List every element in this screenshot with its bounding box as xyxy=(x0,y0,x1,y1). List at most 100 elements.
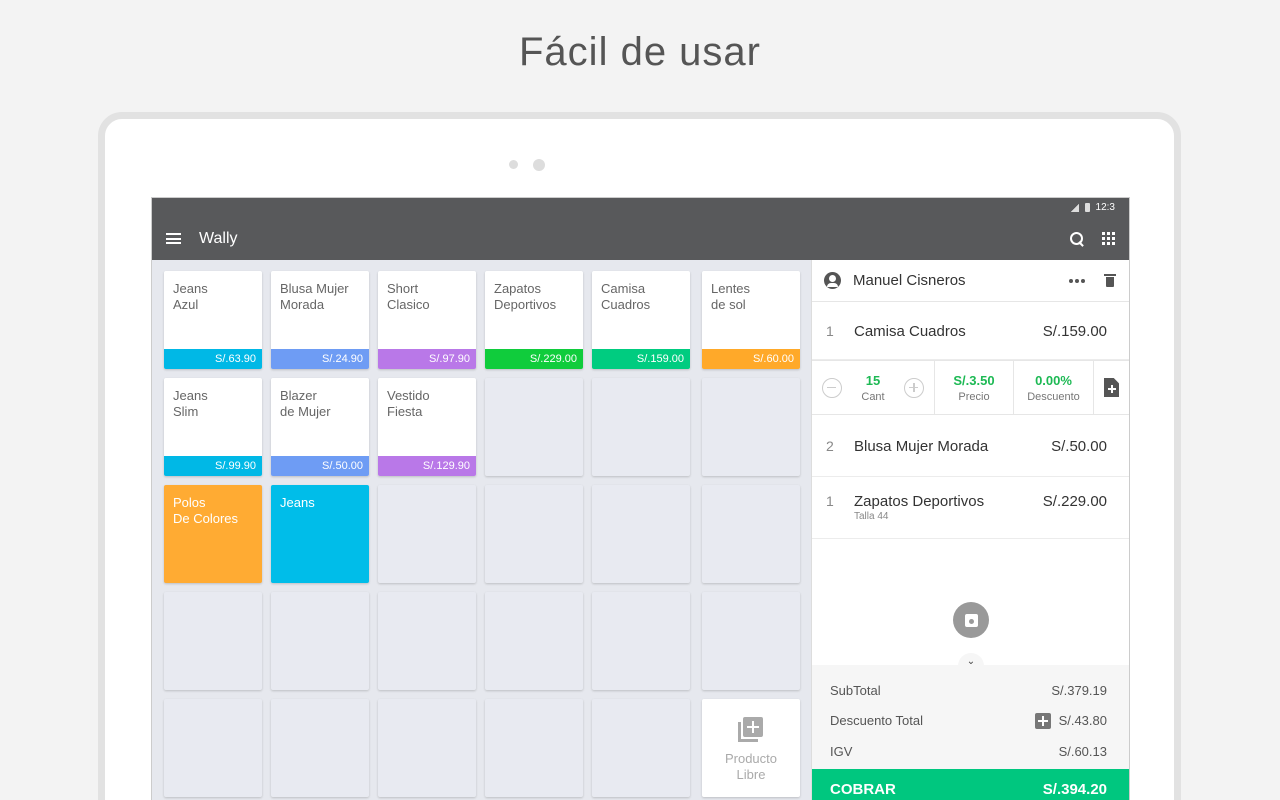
apps-grid-icon[interactable] xyxy=(1102,232,1115,245)
add-note-button[interactable] xyxy=(1094,361,1129,414)
decrease-qty-button[interactable] xyxy=(822,377,842,398)
line-price: S/.50.00 xyxy=(1051,438,1107,455)
empty-slot[interactable] xyxy=(378,485,476,583)
save-icon xyxy=(964,613,978,627)
product-name: Camisa Cuadros xyxy=(601,281,651,312)
product-tile[interactable]: Blazer de Mujer S/.50.00 xyxy=(271,378,369,476)
line-name: Camisa Cuadros xyxy=(854,323,966,340)
empty-slot[interactable] xyxy=(592,699,690,797)
product-name: Short Clasico xyxy=(387,281,430,312)
status-time: 12:3 xyxy=(1095,202,1115,213)
discount-value: 0.00% xyxy=(1035,372,1072,388)
price-label: Precio xyxy=(958,390,990,403)
cart-line[interactable]: 1 Camisa Cuadros S/.159.00 xyxy=(812,302,1129,360)
empty-slot[interactable] xyxy=(702,485,800,583)
headline: Fácil de usar xyxy=(519,30,761,74)
product-price: S/.129.90 xyxy=(378,456,476,476)
empty-slot[interactable] xyxy=(271,592,369,690)
product-price: S/.159.00 xyxy=(592,349,690,369)
product-price: S/.97.90 xyxy=(378,349,476,369)
search-icon[interactable] xyxy=(1070,231,1084,246)
line-qty: 1 xyxy=(826,323,834,339)
price-value: S/.3.50 xyxy=(953,372,995,388)
category-name: Jeans xyxy=(280,495,315,510)
product-tile[interactable]: Vestido Fiesta S/.129.90 xyxy=(378,378,476,476)
product-tile[interactable]: Zapatos Deportivos S/.229.00 xyxy=(485,271,583,369)
product-name: Jeans Slim xyxy=(173,388,208,419)
category-name: Polos De Colores xyxy=(173,495,239,526)
product-tile[interactable]: Jeans Azul S/.63.90 xyxy=(164,271,262,369)
discount-field[interactable]: 0.00% Descuento xyxy=(1014,361,1094,414)
product-price: S/.50.00 xyxy=(271,456,369,476)
discount-total-value: S/.43.80 xyxy=(1058,713,1107,729)
empty-slot[interactable] xyxy=(485,592,583,690)
product-price: S/.63.90 xyxy=(164,349,262,369)
product-name: Jeans Azul xyxy=(173,281,208,312)
line-editor: 15 Cant S/.3.50 Precio 0.00% Descuento xyxy=(812,360,1129,415)
qty-label: Cant xyxy=(861,390,885,403)
product-tile[interactable]: Blusa Mujer Morada S/.24.90 xyxy=(271,271,369,369)
empty-slot[interactable] xyxy=(271,699,369,797)
empty-slot[interactable] xyxy=(378,592,476,690)
product-price: S/.60.00 xyxy=(702,349,800,369)
charge-total: S/.394.20 xyxy=(1042,780,1107,798)
add-note-icon xyxy=(1104,378,1119,397)
line-name: Zapatos Deportivos xyxy=(854,493,985,510)
qty-value[interactable]: 15 xyxy=(866,373,880,388)
cart-line[interactable]: 1 Zapatos Deportivos S/.229.00 Talla 44 xyxy=(812,477,1129,539)
empty-slot[interactable] xyxy=(702,378,800,476)
product-name: Blusa Mujer Morada xyxy=(280,281,349,312)
discount-total-label: Descuento Total xyxy=(830,713,923,729)
empty-slot[interactable] xyxy=(592,485,690,583)
battery-icon xyxy=(1084,203,1090,212)
empty-slot[interactable] xyxy=(485,699,583,797)
empty-slot[interactable] xyxy=(164,592,262,690)
free-product-label: Producto Libre xyxy=(724,751,778,782)
app-bar: Wally xyxy=(152,217,1129,260)
menu-icon[interactable] xyxy=(166,233,181,244)
product-grid: Jeans Azul S/.63.90 Blusa Mujer Morada S/.2… xyxy=(152,260,811,800)
cart-line[interactable]: 2 Blusa Mujer Morada S/.50.00 xyxy=(812,415,1129,477)
more-options-icon[interactable] xyxy=(1069,278,1085,283)
subtotal-label: SubTotal xyxy=(830,682,881,698)
trash-icon[interactable] xyxy=(1104,274,1116,287)
product-tile[interactable]: Short Clasico S/.97.90 xyxy=(378,271,476,369)
add-product-icon xyxy=(738,717,764,743)
category-tile[interactable]: Polos De Colores xyxy=(164,485,262,583)
product-price: S/.99.90 xyxy=(164,456,262,476)
subtotal-value: S/.379.19 xyxy=(1051,682,1107,698)
product-tile[interactable]: Camisa Cuadros S/.159.00 xyxy=(592,271,690,369)
category-tile[interactable]: Jeans xyxy=(271,485,369,583)
empty-slot[interactable] xyxy=(592,592,690,690)
empty-slot[interactable] xyxy=(702,592,800,690)
free-product-button[interactable]: Producto Libre xyxy=(702,699,800,797)
cart-panel: Manuel Cisneros 1 Camisa Cuadros S/.159.… xyxy=(811,260,1129,800)
igv-value: S/.60.13 xyxy=(1058,743,1107,759)
charge-label: COBRAR xyxy=(830,780,896,798)
line-qty: 1 xyxy=(826,493,834,509)
line-qty: 2 xyxy=(826,438,834,454)
igv-label: IGV xyxy=(830,743,853,759)
product-tile[interactable]: Lentes de sol S/.60.00 xyxy=(702,271,800,369)
charge-button[interactable]: COBRAR S/.394.20 xyxy=(812,769,1129,800)
customer-row[interactable]: Manuel Cisneros xyxy=(812,260,1129,302)
line-price: S/.159.00 xyxy=(1042,323,1107,340)
price-field[interactable]: S/.3.50 Precio xyxy=(935,361,1014,414)
empty-slot[interactable] xyxy=(164,699,262,797)
product-name: Vestido Fiesta xyxy=(387,388,430,419)
empty-slot[interactable] xyxy=(378,699,476,797)
add-discount-icon[interactable] xyxy=(1034,712,1051,729)
save-order-button[interactable] xyxy=(953,602,989,638)
product-name: Zapatos Deportivos xyxy=(494,281,557,312)
product-tile[interactable]: Jeans Slim S/.99.90 xyxy=(164,378,262,476)
app-screen: 12:3 Wally Jeans Azul S/.63.90 Blusa Mujer… xyxy=(151,197,1130,800)
camera-dot xyxy=(533,159,545,171)
empty-slot[interactable] xyxy=(485,485,583,583)
person-icon xyxy=(824,272,841,289)
increase-qty-button[interactable] xyxy=(904,377,924,398)
empty-slot[interactable] xyxy=(485,378,583,476)
line-variant: Talla 44 xyxy=(854,511,889,522)
empty-slot[interactable] xyxy=(592,378,690,476)
line-name: Blusa Mujer Morada xyxy=(854,438,989,455)
app-title: Wally xyxy=(199,229,238,247)
